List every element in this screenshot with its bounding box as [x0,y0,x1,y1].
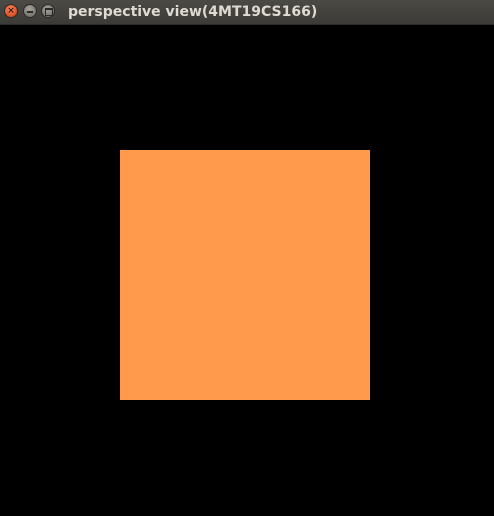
render-canvas[interactable] [0,25,494,516]
maximize-icon[interactable] [41,4,55,18]
minimize-glyph [27,11,33,13]
window-title: perspective view(4MT19CS166) [68,4,318,20]
maximize-glyph [45,8,53,16]
application-window: × perspective view(4MT19CS166) [0,0,494,516]
minimize-icon[interactable] [23,4,37,18]
rendered-square [120,150,370,400]
title-bar[interactable]: × perspective view(4MT19CS166) [0,0,494,25]
close-icon[interactable]: × [4,4,18,18]
